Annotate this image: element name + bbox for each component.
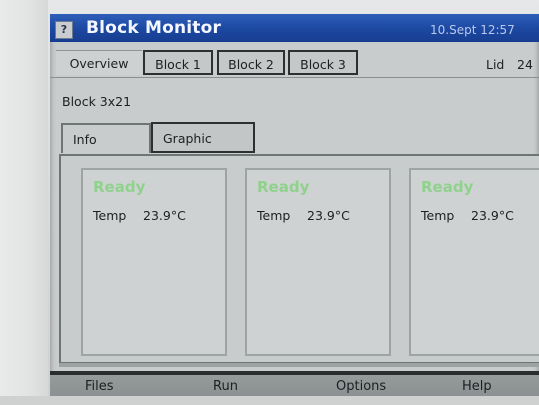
temp-value: 23.9°C bbox=[471, 208, 514, 223]
status-text: Ready bbox=[257, 178, 310, 196]
tab-divider bbox=[50, 77, 539, 78]
menu-run[interactable]: Run bbox=[213, 379, 238, 394]
menu-files[interactable]: Files bbox=[85, 379, 114, 394]
block-card: Ready Temp 23.9°C bbox=[81, 168, 227, 356]
temp-value: 23.9°C bbox=[143, 208, 186, 223]
title-bar: ? Block Monitor 10.Sept 12:57 bbox=[50, 14, 539, 42]
tab-bar: Overview Block 1 Block 2 Block 3 Lid 24 bbox=[50, 44, 539, 78]
tab-block-2[interactable]: Block 2 bbox=[217, 50, 285, 75]
status-text: Ready bbox=[93, 178, 146, 196]
device-bezel-bottom bbox=[0, 396, 539, 405]
menu-bar: Files Run Options Help bbox=[50, 371, 539, 396]
status-text: Ready bbox=[421, 178, 474, 196]
panel-bottom-edge bbox=[59, 363, 539, 367]
tab-graphic[interactable]: Graphic bbox=[151, 122, 255, 153]
temp-label: Temp bbox=[421, 208, 455, 223]
menu-help[interactable]: Help bbox=[462, 379, 492, 394]
screen: ? Block Monitor 10.Sept 12:57 Overview B… bbox=[50, 14, 539, 396]
block-card: Ready Temp 23.9°C bbox=[409, 168, 539, 356]
tab-block-1[interactable]: Block 1 bbox=[143, 50, 213, 75]
tab-info[interactable]: Info bbox=[61, 123, 151, 153]
temp-label: Temp bbox=[257, 208, 291, 223]
block-card: Ready Temp 23.9°C bbox=[245, 168, 391, 356]
menu-options[interactable]: Options bbox=[336, 379, 386, 394]
lid-label: Lid bbox=[486, 57, 505, 72]
help-icon[interactable]: ? bbox=[55, 21, 73, 39]
tab-overview[interactable]: Overview bbox=[56, 50, 142, 75]
tab-block-3[interactable]: Block 3 bbox=[288, 50, 358, 75]
temp-label: Temp bbox=[93, 208, 127, 223]
lid-value: 24 bbox=[517, 57, 533, 72]
device-bezel-left bbox=[0, 0, 48, 405]
window-title: Block Monitor bbox=[86, 18, 222, 38]
block-label: Block 3x21 bbox=[62, 94, 132, 109]
temp-value: 23.9°C bbox=[307, 208, 350, 223]
date-time: 10.Sept 12:57 bbox=[430, 23, 515, 37]
